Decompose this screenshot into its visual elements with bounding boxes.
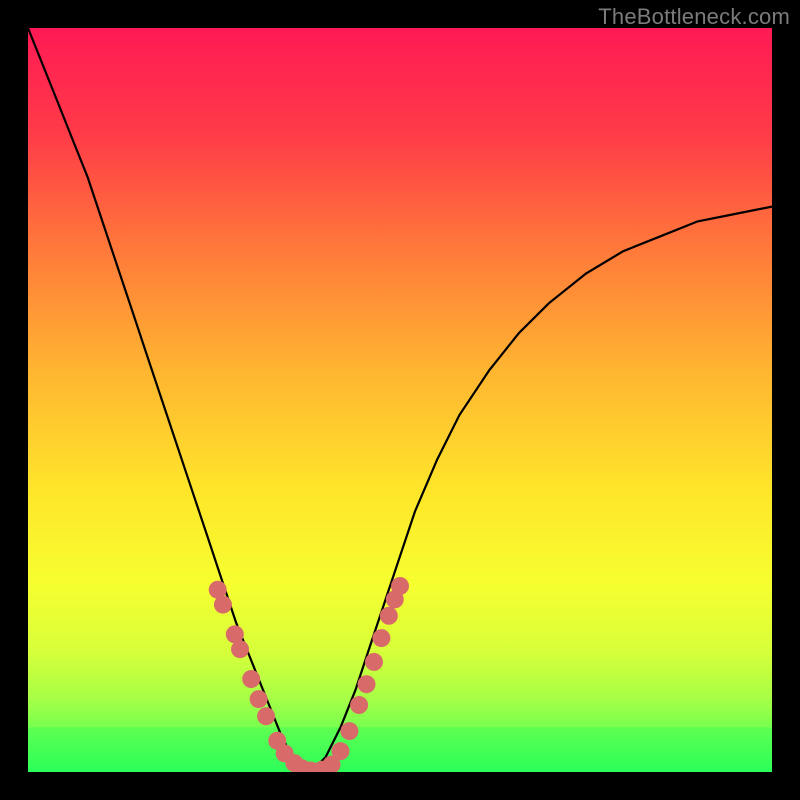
data-dot (372, 629, 390, 647)
data-dot (331, 742, 349, 760)
data-dot (214, 596, 232, 614)
green-band-rect (28, 727, 772, 772)
green-band (28, 727, 772, 772)
data-dot (340, 722, 358, 740)
chart-svg (28, 28, 772, 772)
data-dot (231, 640, 249, 658)
chart-frame (28, 28, 772, 772)
gradient-bg (28, 28, 772, 772)
data-dot (350, 696, 368, 714)
data-dot (380, 607, 398, 625)
data-dot (358, 675, 376, 693)
watermark-text: TheBottleneck.com (598, 4, 790, 30)
data-dot (242, 670, 260, 688)
data-dot (365, 653, 383, 671)
data-dot (250, 690, 268, 708)
data-dot (257, 707, 275, 725)
data-dot (391, 577, 409, 595)
